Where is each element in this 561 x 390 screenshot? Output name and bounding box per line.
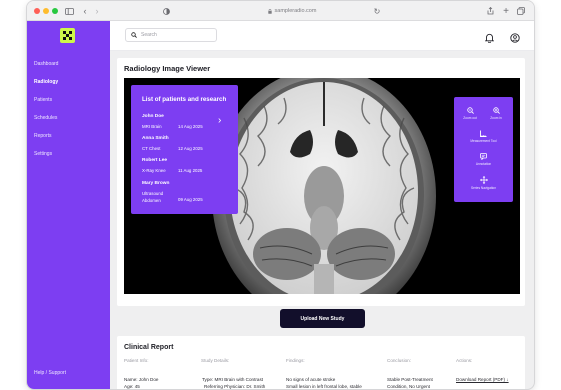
header-findings: Findings:	[286, 358, 305, 363]
zoom-in-button[interactable]: Zoom in	[485, 107, 507, 120]
patient-date: 11 Aug 2025	[178, 168, 203, 173]
search-input[interactable]: Search	[125, 28, 217, 42]
patient-study: CT Chest	[142, 146, 161, 151]
sidebar-item-radiology[interactable]: Radiology	[34, 79, 58, 85]
forward-icon[interactable]: ›	[93, 5, 101, 17]
patient-list-panel: List of patients and research John Doe M…	[131, 85, 238, 214]
search-icon	[131, 32, 137, 38]
reload-icon[interactable]: ↻	[372, 5, 382, 17]
measurement-tool-button[interactable]: Measurement Tool	[459, 130, 508, 143]
clinical-report-panel: Clinical Report Patient Info: Study Deta…	[117, 336, 525, 389]
sidebar-item-help-support[interactable]: Help / Support	[34, 370, 66, 376]
browser-window: ‹ › sampleradio.com ↻ + Dashboard Radiol…	[27, 1, 534, 389]
patient-name-cell: Name: John Doe	[124, 377, 159, 382]
sidebar-item-schedules[interactable]: Schedules	[34, 115, 57, 121]
findings-line-2: Small lesion in left frontal lobe, stabl…	[286, 384, 362, 389]
zoom-in-label: Zoom in	[490, 116, 502, 120]
lock-icon	[267, 8, 272, 14]
address-bar[interactable]: sampleradio.com	[242, 5, 342, 17]
patient-study: MRI Brain	[142, 124, 162, 129]
study-physician-cell: Referring Physician: Dr. Smith	[204, 384, 266, 389]
patient-study: Ultrasound Abdomen	[142, 191, 164, 203]
patient-name: Mary Brown	[142, 181, 170, 186]
share-icon[interactable]	[485, 5, 495, 17]
zoom-out-icon	[466, 107, 474, 114]
main-content: Radiology Image Viewer List of patients …	[110, 52, 534, 389]
move-arrows-icon	[479, 176, 488, 184]
header-actions: Actions:	[456, 358, 473, 363]
tab-overview-icon[interactable]	[516, 5, 526, 17]
patient-study: X-Ray Knee	[142, 168, 166, 173]
patient-date: 14 Aug 2025	[178, 124, 203, 129]
annotation-button[interactable]: Annotation	[459, 153, 508, 166]
sidebar-item-settings[interactable]: Settings	[34, 151, 52, 157]
patient-name: John Doe	[142, 114, 164, 119]
sidebar-item-patients[interactable]: Patients	[34, 97, 52, 103]
patient-age-cell: Age: 45	[124, 384, 140, 389]
header-patient-info: Patient Info:	[124, 358, 149, 363]
measurement-tool-label: Measurement Tool	[470, 139, 497, 143]
download-report-link[interactable]: Download Report (PDF) ↓	[456, 377, 509, 382]
sidebar-toggle-icon[interactable]	[64, 5, 74, 17]
url-text: sampleradio.com	[274, 8, 317, 14]
close-window-button[interactable]	[34, 8, 40, 14]
minimize-window-button[interactable]	[43, 8, 49, 14]
app-logo[interactable]	[60, 28, 75, 43]
clinical-report-title: Clinical Report	[124, 344, 174, 351]
search-placeholder: Search	[141, 32, 157, 38]
patient-date: 12 Aug 2025	[178, 146, 203, 151]
conclusion-line-2: Condition, No Urgent	[387, 384, 430, 389]
sidebar-item-dashboard[interactable]: Dashboard	[34, 61, 58, 67]
viewer-toolbar: Zoom out Zoom in Measurement Tool Annota…	[454, 97, 513, 202]
study-type-cell: Type: MRI Brain with Contrast	[202, 377, 264, 382]
sidebar: Dashboard Radiology Patients Schedules R…	[27, 21, 110, 389]
series-navigation-label: Series Navigation	[471, 186, 496, 190]
browser-titlebar: ‹ › sampleradio.com ↻ +	[27, 1, 534, 21]
new-tab-icon[interactable]: +	[501, 5, 511, 17]
image-viewer[interactable]: List of patients and research John Doe M…	[124, 78, 520, 294]
zoom-in-icon	[492, 107, 500, 114]
page-title: Radiology Image Viewer	[124, 64, 211, 73]
conclusion-line-1: Stable Post-Treatment	[387, 377, 433, 382]
patient-list-title: List of patients and research	[142, 96, 227, 103]
user-profile-icon[interactable]	[510, 30, 520, 48]
maximize-window-button[interactable]	[52, 8, 58, 14]
patient-name: Robert Lee	[142, 158, 168, 163]
sidebar-item-reports[interactable]: Reports	[34, 133, 52, 139]
annotation-label: Annotation	[475, 162, 492, 166]
zoom-out-button[interactable]: Zoom out	[459, 107, 481, 120]
back-icon[interactable]: ‹	[81, 5, 89, 17]
annotation-icon	[480, 153, 487, 160]
upload-new-study-button[interactable]: Upload New Study	[280, 309, 365, 328]
privacy-shield-icon[interactable]	[161, 5, 171, 17]
chevron-right-icon[interactable]: ›	[218, 115, 221, 126]
zoom-out-label: Zoom out	[463, 116, 477, 120]
header-conclusion: Conclusion:	[387, 358, 412, 363]
viewer-panel: Radiology Image Viewer List of patients …	[117, 58, 525, 306]
app-header: Search	[110, 21, 534, 51]
patient-date: 09 Aug 2025	[178, 197, 203, 202]
series-navigation-button[interactable]: Series Navigation	[459, 176, 508, 190]
findings-line-1: No signs of acute stroke	[286, 377, 336, 382]
ruler-icon	[480, 130, 487, 137]
patient-name: Anna Smith	[142, 136, 169, 141]
header-study-details: Study Details:	[201, 358, 230, 363]
bell-icon[interactable]	[484, 30, 495, 48]
